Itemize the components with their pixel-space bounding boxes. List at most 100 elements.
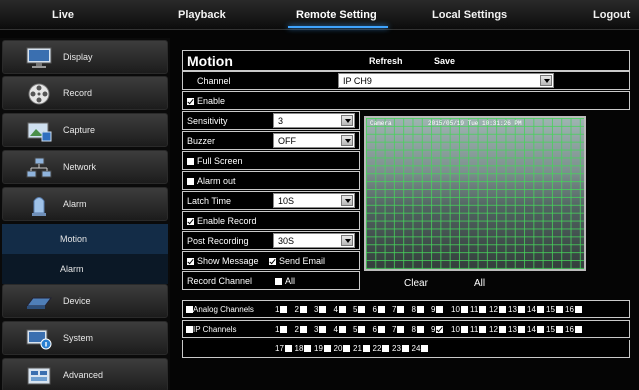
analog-channel-13-checkbox[interactable]: 13 <box>508 305 525 314</box>
channel-select[interactable]: IP CH9 <box>338 73 554 88</box>
analog-channel-16-checkbox[interactable]: 16 <box>565 305 582 314</box>
ip-channel-11-checkbox[interactable]: 11 <box>470 325 487 334</box>
analog-channel-12-checkbox[interactable]: 12 <box>489 305 506 314</box>
refresh-button[interactable]: Refresh <box>369 56 403 66</box>
channel-number: 15 <box>546 325 555 334</box>
channel-number: 10 <box>451 325 460 334</box>
analog-channel-7-checkbox[interactable]: 7 <box>392 305 405 314</box>
enable-checkbox[interactable]: Enable <box>187 96 225 106</box>
sidebar-subitem-alarm[interactable]: Alarm <box>2 254 168 284</box>
send-email-checkbox[interactable]: Send Email <box>269 256 325 266</box>
buzzer-row: Buzzer OFF <box>182 131 360 150</box>
analog-channel-10-checkbox[interactable]: 10 <box>451 305 468 314</box>
ip-channel-2-checkbox[interactable]: 2 <box>295 325 307 334</box>
ip-channel-14-checkbox[interactable]: 14 <box>527 325 544 334</box>
sidebar-item-label: Record <box>63 88 93 98</box>
buzzer-value: OFF <box>278 136 296 146</box>
ip-channels-label: IP Channels <box>193 325 237 334</box>
analog-channel-4-checkbox[interactable]: 4 <box>334 305 346 314</box>
tab-local-settings[interactable]: Local Settings <box>432 0 507 30</box>
analog-channels-checkbox[interactable]: Analog Channels <box>185 305 254 314</box>
channel-row: Channel IP CH9 <box>182 71 630 90</box>
checkbox-icon <box>574 306 582 313</box>
ip-channel-17-checkbox[interactable]: 17 <box>275 344 292 353</box>
analog-channel-5-checkbox[interactable]: 5 <box>353 305 366 314</box>
alarm-out-checkbox[interactable]: Alarm out <box>187 176 236 186</box>
analog-channel-14-checkbox[interactable]: 14 <box>527 305 544 314</box>
sidebar-item-network[interactable]: Network <box>2 150 168 184</box>
buzzer-select[interactable]: OFF <box>273 133 355 148</box>
ip-channel-3-checkbox[interactable]: 3 <box>314 325 327 334</box>
analog-channel-3-checkbox[interactable]: 3 <box>314 305 327 314</box>
motion-detection-preview[interactable]: Camera 2015/05/19 Tue 10:31:26 PM <box>364 116 586 271</box>
sensitivity-label: Sensitivity <box>187 116 228 126</box>
sidebar: Display Record Capture Network Alarm Mot… <box>0 38 170 390</box>
motion-grid[interactable] <box>366 118 584 269</box>
all-channels-checkbox[interactable]: All <box>275 276 295 286</box>
channel-number: 11 <box>470 325 479 334</box>
ip-channel-13-checkbox[interactable]: 13 <box>508 325 525 334</box>
top-navigation: Live Playback Remote Setting Local Setti… <box>0 0 639 30</box>
analog-channel-9-checkbox[interactable]: 9 <box>431 305 444 314</box>
ip-channel-5-checkbox[interactable]: 5 <box>353 325 366 334</box>
alarm-icon <box>32 197 46 216</box>
full-screen-checkbox[interactable]: Full Screen <box>187 156 243 166</box>
analog-channel-1-checkbox[interactable]: 1 <box>275 305 288 314</box>
ip-channel-16-checkbox[interactable]: 16 <box>565 325 582 334</box>
channel-number: 23 <box>392 344 401 353</box>
tab-playback[interactable]: Playback <box>178 0 226 30</box>
show-message-checkbox[interactable]: Show Message <box>187 256 259 266</box>
ip-channel-23-checkbox[interactable]: 23 <box>392 344 409 353</box>
latch-time-select[interactable]: 10S <box>273 193 355 208</box>
checkbox-icon <box>280 326 288 333</box>
checkbox-icon <box>343 345 351 352</box>
sidebar-item-record[interactable]: Record <box>2 76 168 110</box>
chevron-down-icon <box>341 235 353 246</box>
checkbox-icon <box>358 306 366 313</box>
analog-channel-11-checkbox[interactable]: 11 <box>470 305 487 314</box>
channel-number: 7 <box>392 305 397 314</box>
sidebar-item-system[interactable]: System <box>2 321 168 355</box>
ip-channel-24-checkbox[interactable]: 24 <box>412 344 429 353</box>
analog-channel-6-checkbox[interactable]: 6 <box>373 305 385 314</box>
latch-time-label: Latch Time <box>187 196 232 206</box>
sidebar-subitem-motion[interactable]: Motion <box>2 224 168 254</box>
sidebar-item-display[interactable]: Display <box>2 40 168 74</box>
ip-channel-9-checkbox[interactable]: 9 <box>431 325 444 334</box>
checkbox-icon <box>187 258 194 265</box>
sidebar-item-capture[interactable]: Capture <box>2 113 168 147</box>
analog-channel-8-checkbox[interactable]: 8 <box>412 305 424 314</box>
ip-channel-10-checkbox[interactable]: 10 <box>451 325 468 334</box>
ip-channels-checkbox[interactable]: IP Channels <box>185 325 236 334</box>
channel-number: 1 <box>275 305 280 314</box>
post-recording-select[interactable]: 30S <box>273 233 355 248</box>
sidebar-item-device[interactable]: Device <box>2 284 168 318</box>
select-all-button[interactable]: All <box>474 278 485 293</box>
advanced-settings-icon <box>27 367 51 385</box>
clear-button[interactable]: Clear <box>404 278 428 293</box>
channel-number: 8 <box>411 325 416 334</box>
sidebar-item-label: System <box>63 333 94 343</box>
ip-channel-21-checkbox[interactable]: 21 <box>353 344 370 353</box>
ip-channel-8-checkbox[interactable]: 8 <box>412 325 424 334</box>
sensitivity-select[interactable]: 3 <box>273 113 355 128</box>
ip-channel-7-checkbox[interactable]: 7 <box>392 325 405 334</box>
ip-channel-18-checkbox[interactable]: 18 <box>295 344 312 353</box>
sidebar-item-advanced[interactable]: Advanced <box>2 358 168 390</box>
tab-logout[interactable]: Logout <box>593 0 630 30</box>
ip-channel-4-checkbox[interactable]: 4 <box>334 325 346 334</box>
analog-channel-2-checkbox[interactable]: 2 <box>295 305 307 314</box>
ip-channel-20-checkbox[interactable]: 20 <box>334 344 351 353</box>
sidebar-item-alarm[interactable]: Alarm <box>2 187 168 221</box>
save-button[interactable]: Save <box>434 56 455 66</box>
analog-channel-15-checkbox[interactable]: 15 <box>546 305 563 314</box>
tab-live[interactable]: Live <box>52 0 74 30</box>
ip-channel-6-checkbox[interactable]: 6 <box>373 325 385 334</box>
ip-channel-22-checkbox[interactable]: 22 <box>373 344 390 353</box>
capture-image-icon <box>27 122 52 142</box>
ip-channel-12-checkbox[interactable]: 12 <box>489 325 506 334</box>
enable-record-checkbox[interactable]: Enable Record <box>187 216 257 226</box>
ip-channel-1-checkbox[interactable]: 1 <box>275 325 288 334</box>
ip-channel-19-checkbox[interactable]: 19 <box>314 344 331 353</box>
ip-channel-15-checkbox[interactable]: 15 <box>546 325 563 334</box>
